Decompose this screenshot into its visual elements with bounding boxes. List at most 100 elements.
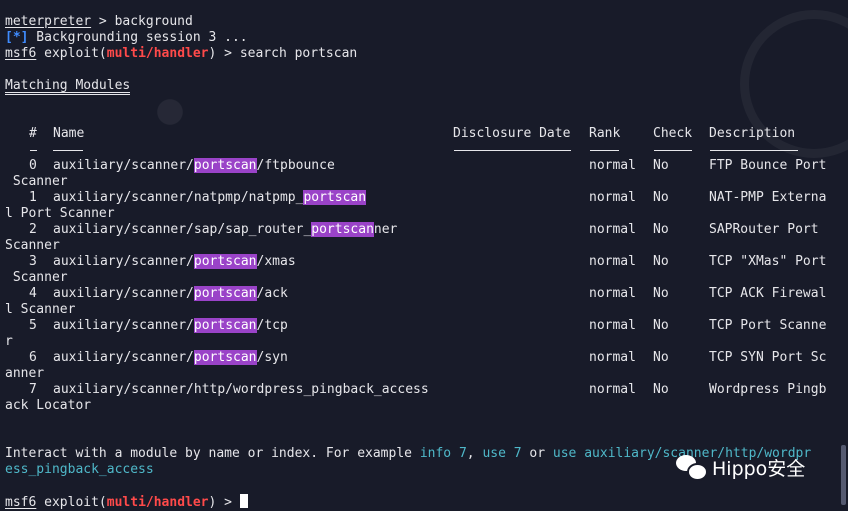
module-path-prefix: auxiliary/scanner/ xyxy=(53,286,194,301)
hint-text: Interact with a module by name or index.… xyxy=(5,446,420,461)
wechat-icon xyxy=(676,453,708,481)
col-header-desc: Description xyxy=(709,126,796,141)
row-rank: normal xyxy=(589,286,636,301)
col-header-name: Name xyxy=(53,126,85,141)
terminal-scrollbar[interactable] xyxy=(841,445,846,505)
module-path[interactable]: auxiliary/scanner/natpmp/natpmp_portscan xyxy=(53,190,367,206)
row-rank: normal xyxy=(589,382,636,397)
status-text: Backgrounding session 3 ... xyxy=(28,30,248,45)
module-path-suffix: /tcp xyxy=(256,318,288,333)
row-index: 3 xyxy=(29,254,37,269)
search-match-highlight: portscan xyxy=(193,286,257,301)
row-index: 2 xyxy=(29,222,37,237)
hint-use-full-command-wrap[interactable]: ess_pingback_access xyxy=(5,462,154,477)
prompt-exploit-current: exploit( xyxy=(36,495,107,510)
row-description-wrap: Scanner xyxy=(5,174,68,189)
row-check: No xyxy=(653,254,669,269)
row-description-wrap: Scanner xyxy=(5,270,68,285)
module-path-suffix: ner xyxy=(373,222,398,237)
row-description: Wordpress Pingb xyxy=(709,382,827,397)
matching-modules-heading: Matching Modules xyxy=(5,78,131,95)
row-rank: normal xyxy=(589,158,636,173)
msf-prompt: msf6 xyxy=(5,46,37,61)
header-underline-num xyxy=(30,150,37,151)
module-path-prefix: auxiliary/scanner/sap/sap_router_ xyxy=(53,222,312,237)
command-search: ) > search portscan xyxy=(208,46,358,61)
module-path-prefix: auxiliary/scanner/http/wordpress_pingbac… xyxy=(53,382,429,397)
module-path[interactable]: auxiliary/scanner/portscan/tcp xyxy=(53,318,288,334)
row-index: 0 xyxy=(29,158,37,173)
row-description: FTP Bounce Port xyxy=(709,158,827,173)
prompt-exploit: exploit( xyxy=(36,46,107,61)
module-path[interactable]: auxiliary/scanner/portscan/ftpbounce xyxy=(53,158,335,174)
module-path-prefix: auxiliary/scanner/ xyxy=(53,350,194,365)
module-path-prefix: auxiliary/scanner/ xyxy=(53,254,194,269)
hint-comma: , xyxy=(466,446,483,461)
meterpreter-prompt: meterpreter xyxy=(5,14,92,29)
row-check: No xyxy=(653,350,669,365)
row-description: TCP Port Scanne xyxy=(709,318,827,333)
row-rank: normal xyxy=(589,190,636,205)
row-check: No xyxy=(653,222,669,237)
search-match-highlight: portscan xyxy=(193,318,257,333)
row-description-wrap: anner xyxy=(5,366,45,381)
module-path-suffix: /ack xyxy=(256,286,288,301)
col-header-rank: Rank xyxy=(589,126,621,141)
module-path[interactable]: auxiliary/scanner/http/wordpress_pingbac… xyxy=(53,382,429,398)
interact-hint-wrap: ess_pingback_access xyxy=(5,462,154,478)
matching-modules-title: Matching Modules xyxy=(5,78,131,95)
module-path[interactable]: auxiliary/scanner/portscan/syn xyxy=(53,350,288,366)
row-description: TCP "XMas" Port xyxy=(709,254,827,269)
module-path-prefix: auxiliary/scanner/ xyxy=(53,318,194,333)
row-description: NAT-PMP Externa xyxy=(709,190,827,205)
row-check: No xyxy=(653,190,669,205)
hint-or: or xyxy=(521,446,553,461)
row-index: 5 xyxy=(29,318,37,333)
row-rank: normal xyxy=(589,350,636,365)
module-path-prefix: auxiliary/scanner/ xyxy=(53,158,194,173)
row-description: TCP ACK Firewal xyxy=(709,286,827,301)
watermark: Hippo安全 xyxy=(676,452,805,482)
row-check: No xyxy=(653,318,669,333)
msf-prompt-current: msf6 xyxy=(5,495,37,510)
hint-info-command[interactable]: info 7 xyxy=(420,446,467,461)
header-underline-name xyxy=(53,150,83,151)
module-path-prefix: auxiliary/scanner/natpmp/natpmp_ xyxy=(53,190,304,205)
search-match-highlight: portscan xyxy=(193,350,257,365)
terminal-line-background: meterpreter > background xyxy=(5,14,193,30)
hint-use-command[interactable]: use 7 xyxy=(482,446,521,461)
module-path[interactable]: auxiliary/scanner/portscan/xmas xyxy=(53,254,296,270)
col-header-num: # xyxy=(29,126,37,141)
row-description: SAPRouter Port xyxy=(709,222,819,237)
command-background: > background xyxy=(91,14,193,29)
row-description: TCP SYN Port Sc xyxy=(709,350,827,365)
module-path[interactable]: auxiliary/scanner/portscan/ack xyxy=(53,286,288,302)
row-check: No xyxy=(653,286,669,301)
row-description-wrap: Scanner xyxy=(5,238,60,253)
header-underline-desc xyxy=(710,150,798,151)
module-path[interactable]: auxiliary/scanner/sap/sap_router_portsca… xyxy=(53,222,397,238)
module-path-suffix: /xmas xyxy=(256,254,296,269)
row-index: 4 xyxy=(29,286,37,301)
search-match-highlight: portscan xyxy=(193,254,257,269)
module-name: multi/handler xyxy=(106,46,209,61)
watermark-text: Hippo安全 xyxy=(712,457,806,480)
row-index: 6 xyxy=(29,350,37,365)
terminal-input-line[interactable]: msf6 exploit(multi/handler) > xyxy=(5,494,248,510)
search-match-highlight: portscan xyxy=(193,158,257,173)
col-header-date: Disclosure Date xyxy=(453,126,571,141)
row-rank: normal xyxy=(589,318,636,333)
row-rank: normal xyxy=(589,222,636,237)
col-header-check: Check xyxy=(653,126,693,141)
text-cursor[interactable] xyxy=(239,494,248,508)
header-underline-date xyxy=(454,150,571,151)
module-name-current: multi/handler xyxy=(106,495,209,510)
terminal-line-search: msf6 exploit(multi/handler) > search por… xyxy=(5,46,357,62)
search-match-highlight: portscan xyxy=(303,190,367,205)
header-underline-rank xyxy=(590,150,619,151)
prompt-arrow: ) > xyxy=(208,495,240,510)
row-description-wrap: r xyxy=(5,334,13,349)
row-check: No xyxy=(653,158,669,173)
row-description-wrap: l Scanner xyxy=(5,302,76,317)
terminal-line-status: [*] Backgrounding session 3 ... xyxy=(5,30,248,46)
